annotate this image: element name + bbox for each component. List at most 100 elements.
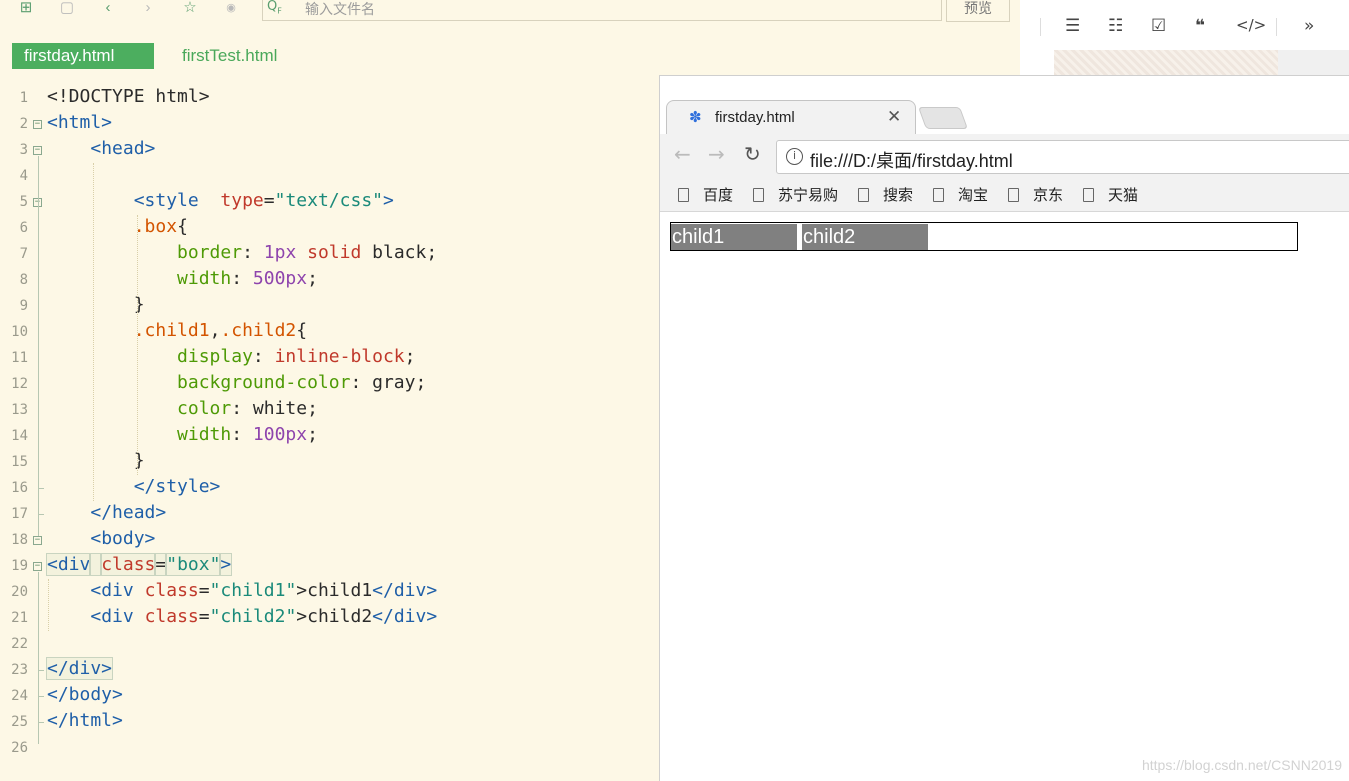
- code-line[interactable]: 22: [0, 631, 660, 657]
- file-search-input[interactable]: QF 输入文件名: [262, 0, 942, 21]
- code-line[interactable]: 3− <head>: [0, 137, 660, 163]
- code-text: <body>: [47, 528, 155, 550]
- more-icon[interactable]: »: [1304, 16, 1314, 36]
- fold-guide: [38, 572, 39, 744]
- browser-tab[interactable]: ✽ firstday.html ✕: [666, 100, 916, 134]
- code-token: </head>: [90, 502, 167, 523]
- code-line[interactable]: 23 </div>: [0, 657, 660, 683]
- bookmark-search[interactable]: 搜索: [858, 184, 913, 205]
- code-line[interactable]: 25 </html>: [0, 709, 660, 735]
- code-token: "box": [165, 553, 222, 576]
- code-text: </html>: [47, 710, 123, 732]
- bullet-list-icon[interactable]: ☰: [1065, 16, 1080, 36]
- code-line[interactable]: 24 </body>: [0, 683, 660, 709]
- tab-firstday[interactable]: firstday.html: [12, 43, 154, 69]
- code-line[interactable]: 16 </style>: [0, 475, 660, 501]
- code-text: .box{: [47, 216, 188, 238]
- numbered-list-icon[interactable]: ☷: [1108, 16, 1123, 36]
- bookmark-tmall[interactable]: 天猫: [1083, 184, 1138, 205]
- code-token: 500px: [252, 268, 308, 289]
- forward-arrow-icon[interactable]: →: [708, 142, 725, 166]
- code-token: <div: [90, 580, 134, 601]
- star-icon[interactable]: ☆: [180, 0, 200, 18]
- code-line[interactable]: 19− <div class="box">: [0, 553, 660, 579]
- bookmark-baidu[interactable]: 百度: [678, 184, 733, 205]
- line-number: 25: [11, 714, 28, 730]
- demo-child1: child1: [671, 224, 797, 250]
- code-token: display: [177, 346, 253, 367]
- code-line[interactable]: 14 width: 100px;: [0, 423, 660, 449]
- save-icon[interactable]: ▢: [57, 0, 77, 18]
- editor-toolbar: ⊞ ▢ ‹ › ☆ ◉ QF 输入文件名 预览: [0, 0, 1020, 26]
- code-line[interactable]: 1 <!DOCTYPE html>: [0, 85, 660, 111]
- code-line[interactable]: 18− <body>: [0, 527, 660, 553]
- task-list-icon[interactable]: ☑: [1151, 16, 1166, 36]
- code-token: ,: [209, 320, 221, 341]
- back-icon[interactable]: ‹: [98, 0, 118, 18]
- background-pattern: [1054, 50, 1278, 76]
- code-line[interactable]: 17 </head>: [0, 501, 660, 527]
- code-token: width: [177, 268, 232, 289]
- code-line[interactable]: 20 <div class="child1">child1</div>: [0, 579, 660, 605]
- forward-icon[interactable]: ›: [138, 0, 158, 18]
- run-icon[interactable]: ◉: [221, 0, 241, 18]
- info-icon[interactable]: i: [786, 148, 803, 165]
- fold-toggle-icon[interactable]: −: [33, 120, 42, 129]
- bookmark-suning[interactable]: 苏宁易购: [753, 184, 838, 205]
- code-token: inline-block: [274, 346, 405, 367]
- code-token: <div: [45, 553, 92, 576]
- quote-icon[interactable]: ❝: [1195, 16, 1205, 36]
- new-tab-button[interactable]: [917, 107, 969, 129]
- code-token: {: [177, 216, 188, 237]
- bookmark-jd[interactable]: 京东: [1008, 184, 1063, 205]
- code-text: background-color: gray;: [47, 372, 426, 394]
- watermark: https://blog.csdn.net/CSNN2019: [1141, 757, 1342, 773]
- address-bar[interactable]: i file:///D:/桌面/firstday.html: [776, 140, 1349, 174]
- code-token: class: [144, 606, 199, 627]
- code-token: >: [219, 553, 233, 576]
- code-token: ;: [307, 268, 318, 289]
- tab-firsttest[interactable]: firstTest.html: [182, 43, 277, 69]
- code-line[interactable]: 13 color: white;: [0, 397, 660, 423]
- fold-toggle-icon[interactable]: −: [33, 562, 42, 571]
- code-token: <div: [90, 606, 134, 627]
- new-file-icon[interactable]: ⊞: [16, 0, 36, 18]
- line-number: 13: [11, 402, 28, 418]
- code-line[interactable]: 26: [0, 735, 660, 761]
- browser-window: ✽ firstday.html ✕ ← → ↻ i file:///D:/桌面/…: [659, 75, 1349, 781]
- code-token: =: [198, 606, 210, 627]
- fold-end-mark: [38, 696, 44, 697]
- code-text: }: [47, 294, 145, 316]
- code-line[interactable]: 10 .child1,.child2{: [0, 319, 660, 345]
- code-line[interactable]: 4: [0, 163, 660, 189]
- fold-end-mark: [38, 488, 44, 489]
- bookmark-label: 淘宝: [958, 187, 989, 204]
- code-line[interactable]: 11 display: inline-block;: [0, 345, 660, 371]
- page-viewport: child1 child2 https://blog.csdn.net/CSNN…: [660, 213, 1349, 781]
- code-line[interactable]: 21 <div class="child2">child2</div>: [0, 605, 660, 631]
- code-line[interactable]: 8 width: 500px;: [0, 267, 660, 293]
- fold-toggle-icon[interactable]: −: [33, 146, 42, 155]
- markdown-toolbar: ☰ ☷ ☑ ❝ </> »: [1020, 0, 1349, 76]
- back-arrow-icon[interactable]: ←: [674, 142, 691, 166]
- code-line[interactable]: 9 }: [0, 293, 660, 319]
- preview-button[interactable]: 预览: [946, 0, 1010, 22]
- code-text: border: 1px solid black;: [47, 242, 437, 264]
- bookmark-taobao[interactable]: 淘宝: [933, 184, 988, 205]
- line-number: 18: [11, 532, 28, 548]
- reload-icon[interactable]: ↻: [744, 142, 761, 166]
- code-line[interactable]: 5− <style type="text/css">: [0, 189, 660, 215]
- code-line[interactable]: 6 .box{: [0, 215, 660, 241]
- code-icon[interactable]: </>: [1236, 16, 1266, 34]
- close-icon[interactable]: ✕: [887, 107, 901, 127]
- bookmark-label: 苏宁易购: [778, 187, 839, 204]
- fold-toggle-icon[interactable]: −: [33, 536, 42, 545]
- code-line[interactable]: 2− <html>: [0, 111, 660, 137]
- code-line[interactable]: 7 border: 1px solid black;: [0, 241, 660, 267]
- code-line[interactable]: 12 background-color: gray;: [0, 371, 660, 397]
- code-line[interactable]: 15 }: [0, 449, 660, 475]
- code-text: </style>: [47, 476, 221, 498]
